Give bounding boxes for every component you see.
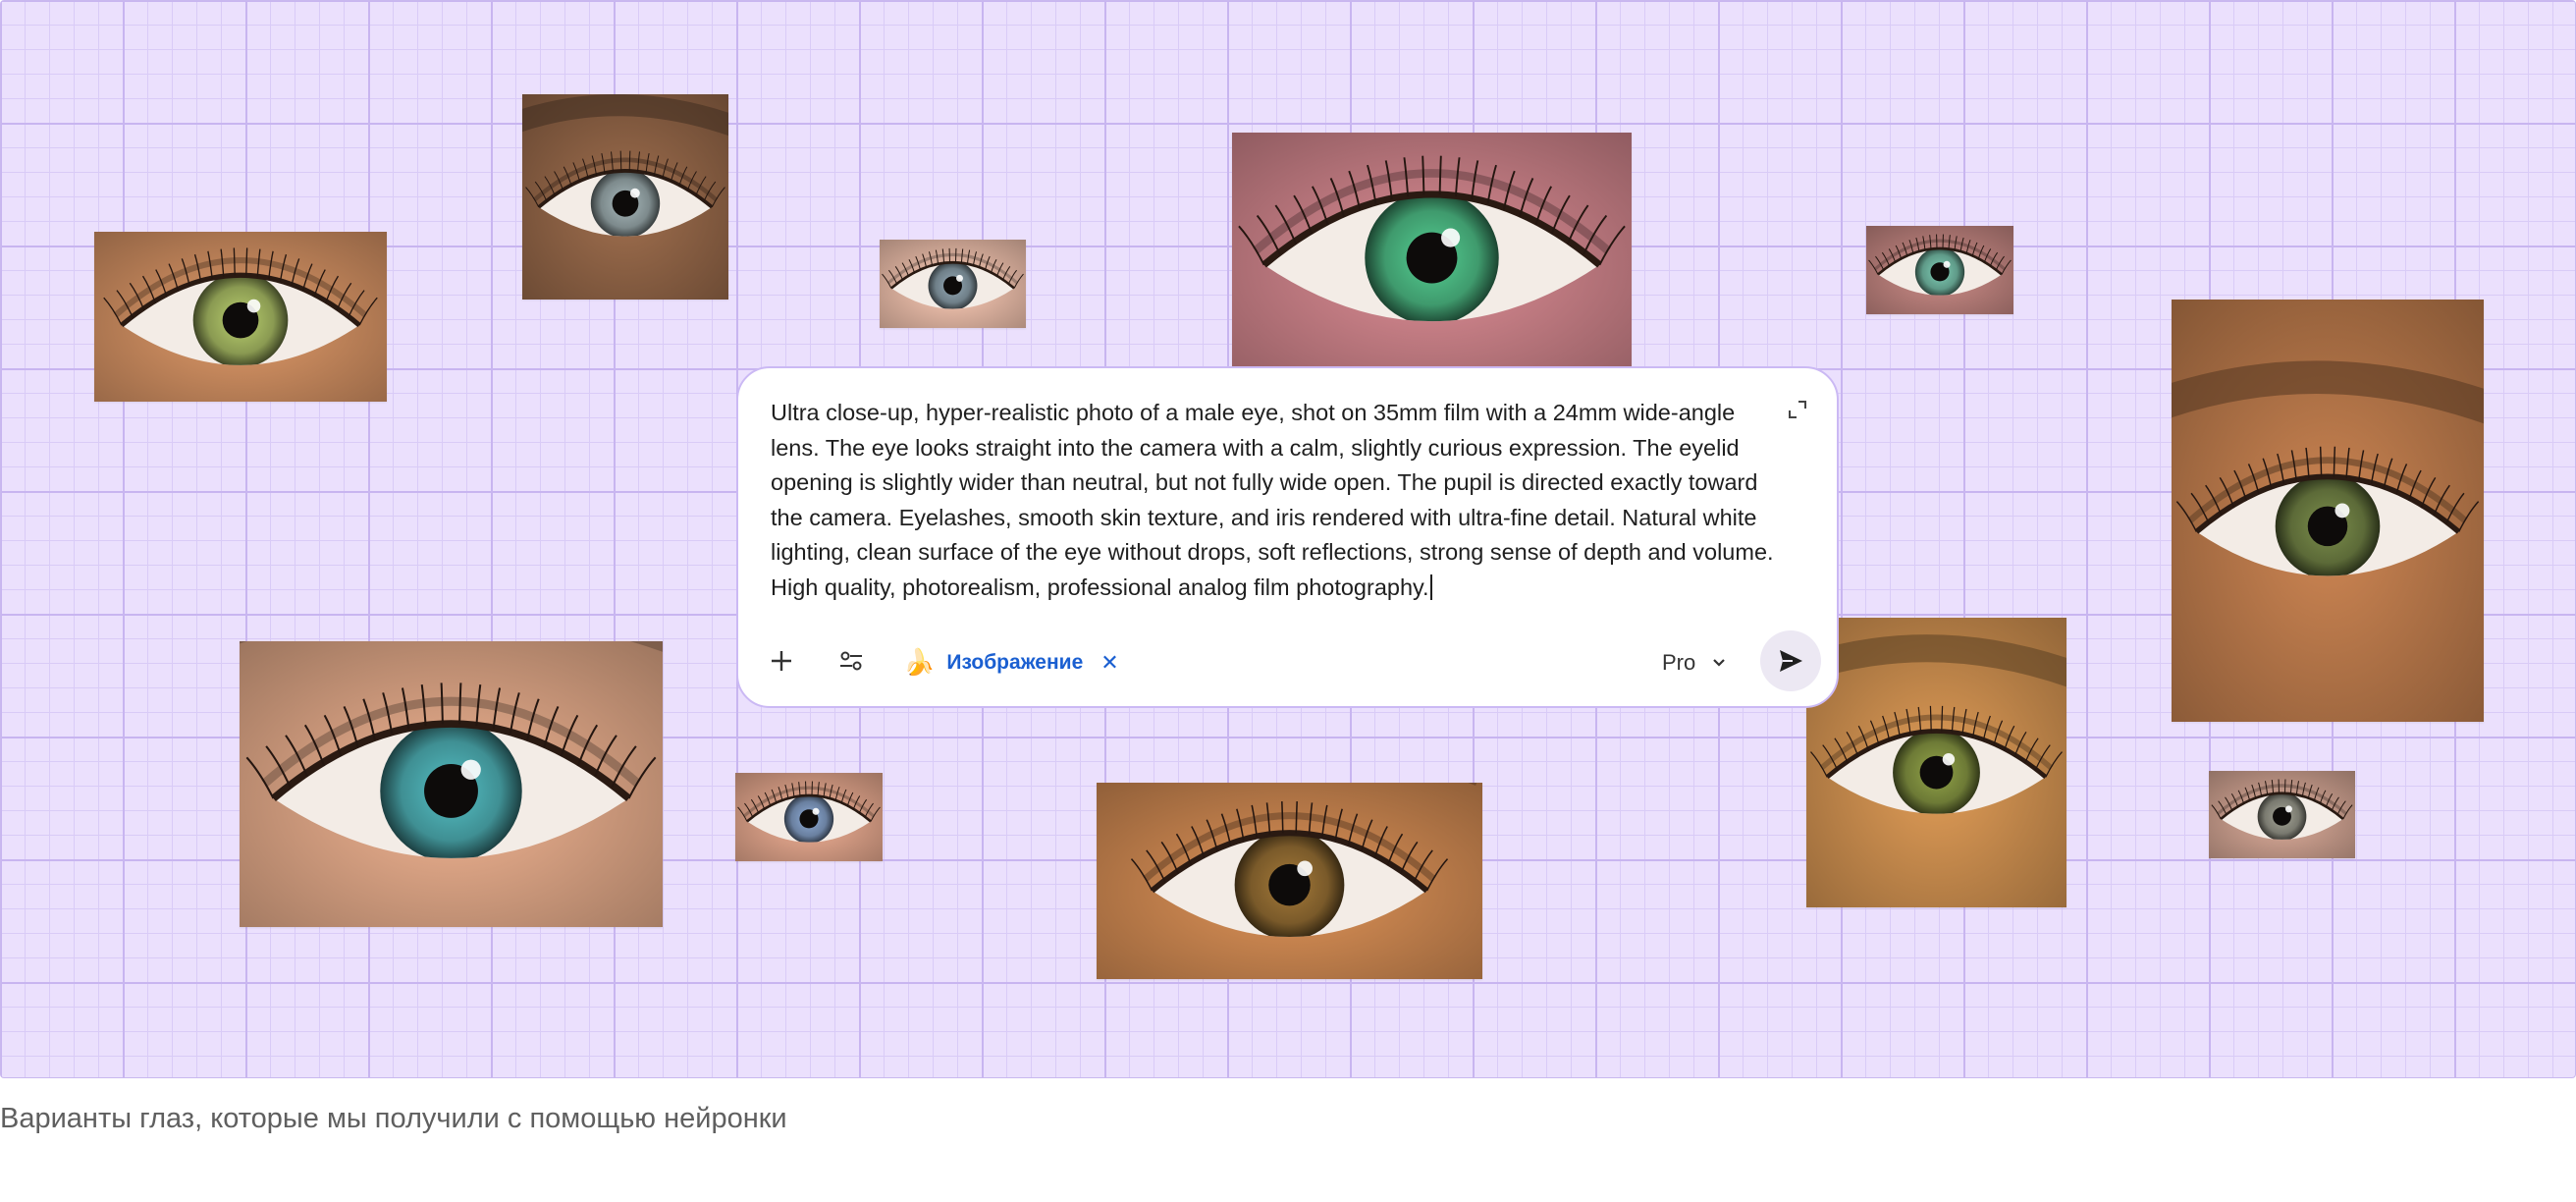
eye-photo <box>522 94 728 300</box>
eye-photo <box>2209 771 2355 858</box>
text-caret <box>1429 574 1432 600</box>
model-selector[interactable]: Pro <box>1662 641 1729 684</box>
send-icon <box>1780 650 1802 672</box>
banana-icon: 🍌 <box>903 648 936 678</box>
send-button[interactable] <box>1760 630 1821 691</box>
add-button[interactable] <box>760 639 803 683</box>
chevron-down-icon <box>1713 659 1726 667</box>
model-label: Pro <box>1662 650 1696 675</box>
eye-photo <box>1866 226 2013 314</box>
prompt-input[interactable]: Ultra close-up, hyper-realistic photo of… <box>771 396 1784 605</box>
expand-icon[interactable] <box>1786 398 1809 421</box>
eye-photo <box>1097 783 1482 979</box>
eye-photo <box>1806 618 2066 907</box>
tools-button[interactable] <box>830 639 873 683</box>
eye-photo <box>94 232 387 402</box>
prompt-text: Ultra close-up, hyper-realistic photo of… <box>771 400 1774 600</box>
image-mode-chip[interactable]: 🍌 Изображение ✕ <box>903 641 1119 684</box>
eye-photo <box>2172 300 2484 722</box>
sliders-icon <box>840 651 862 671</box>
eye-photo <box>880 240 1026 328</box>
eye-photo <box>1232 133 1632 373</box>
image-caption: Варианты глаз, которые мы получили с пом… <box>0 1103 787 1134</box>
eye-photo <box>240 641 663 927</box>
plus-icon <box>772 651 791 671</box>
close-icon[interactable]: ✕ <box>1100 651 1118 676</box>
eye-gallery-canvas: Ultra close-up, hyper-realistic photo of… <box>0 0 2576 1078</box>
eye-photo <box>735 773 883 861</box>
chip-label: Изображение <box>946 651 1084 674</box>
